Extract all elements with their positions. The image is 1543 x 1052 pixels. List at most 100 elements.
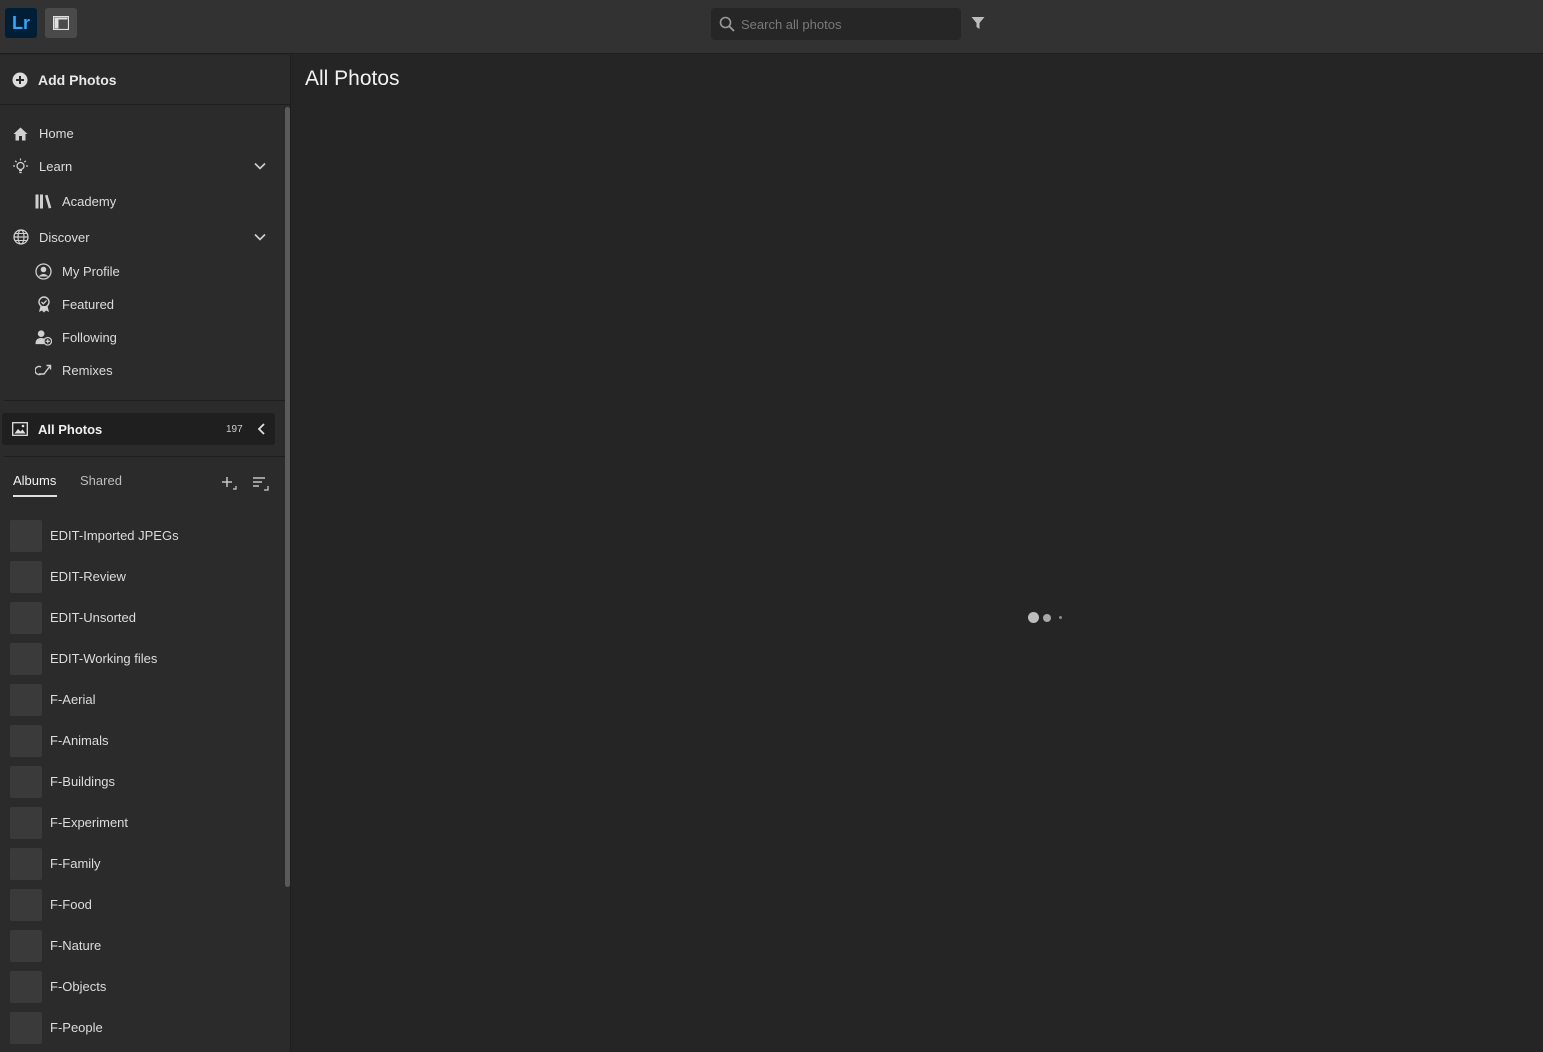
album-item[interactable]: EDIT-Review [0,556,285,597]
album-name: EDIT-Unsorted [50,610,136,625]
sidebar-item-my-profile[interactable]: My Profile [0,255,290,288]
sidebar-item-label: My Profile [62,264,120,279]
album-name: F-Food [50,897,92,912]
filter-icon [971,17,985,29]
album-name: F-Animals [50,733,109,748]
add-circle-icon [12,72,28,87]
album-item[interactable]: F-Food [0,884,285,925]
album-name: EDIT-Working files [50,651,158,666]
sidebar-item-discover[interactable]: Discover [0,219,290,255]
sidebar-item-label: Academy [62,193,117,209]
album-item[interactable]: F-Aerial [0,679,285,720]
remix-icon [35,362,52,379]
loading-dot [1059,616,1062,619]
follow-user-icon [35,329,52,346]
album-thumbnail [10,806,42,839]
album-tabs: Albums Shared [0,465,285,501]
album-thumbnail [10,642,42,675]
sidebar-nav: Home Learn Academy Discover My Profile F… [0,105,290,387]
sidebar: Add Photos Home Learn Academy Discover M… [0,55,291,1052]
add-photos-label: Add Photos [38,71,117,88]
active-tab-indicator [13,495,57,497]
lightbulb-icon [12,158,29,175]
sidebar-divider [4,456,289,457]
sidebar-item-home[interactable]: Home [0,117,290,150]
album-thumbnail [10,765,42,798]
album-thumbnail [10,601,42,634]
album-item[interactable]: F-Objects [0,966,285,1007]
filter-button[interactable] [969,14,987,32]
loading-dot [1043,613,1051,622]
album-thumbnail [10,683,42,716]
album-thumbnail [10,888,42,921]
search-box[interactable] [711,8,961,40]
album-thumbnail [10,847,42,880]
album-name: EDIT-Review [50,569,126,584]
sidebar-item-featured[interactable]: Featured [0,288,290,321]
home-icon [12,125,29,142]
sort-icon[interactable] [252,475,270,493]
chevron-down-icon[interactable] [253,230,267,244]
chevron-down-icon[interactable] [253,159,267,173]
album-thumbnail [10,519,42,552]
tab-albums[interactable]: Albums [13,473,56,488]
main-content: All Photos [292,55,1543,1052]
album-item[interactable]: EDIT-Working files [0,638,285,679]
sidebar-item-label: Following [62,330,117,345]
photo-icon [12,422,28,436]
album-item[interactable]: EDIT-Imported JPEGs [0,515,285,556]
panel-toggle-button[interactable] [45,8,77,38]
sidebar-item-learn[interactable]: Learn [0,150,290,183]
sidebar-item-label: Discover [39,229,90,245]
sidebar-item-label: Remixes [62,363,113,378]
album-name: EDIT-Imported JPEGs [50,528,179,543]
album-name: F-Family [50,856,101,871]
sidebar-divider [4,400,289,401]
album-name: F-People [50,1020,103,1035]
loading-dot [1028,612,1039,623]
album-name: F-Aerial [50,692,96,707]
album-item[interactable]: F-Family [0,843,285,884]
album-thumbnail [10,929,42,962]
sidebar-item-label: Featured [62,297,115,312]
album-thumbnail [10,724,42,757]
album-name: F-Objects [50,979,107,994]
sidebar-scrollbar[interactable] [285,107,290,887]
album-name: F-Nature [50,938,102,953]
album-item[interactable]: F-Nature [0,925,285,966]
album-item[interactable]: F-People [0,1007,285,1048]
album-name: F-Experiment [50,815,129,830]
album-item[interactable]: F-Experiment [0,802,285,843]
sidebar-item-following[interactable]: Following [0,321,290,354]
album-item[interactable]: EDIT-Unsorted [0,597,285,638]
top-bar: Lr [0,0,1543,54]
sidebar-item-remixes[interactable]: Remixes [0,354,290,387]
add-photos-button[interactable]: Add Photos [0,55,290,105]
loading-indicator [1028,612,1066,623]
add-album-icon[interactable] [220,475,238,493]
search-icon [719,16,735,32]
album-name: F-Buildings [50,774,116,789]
photo-count-badge: 197 [226,423,243,435]
library-icon [35,193,52,210]
tab-shared[interactable]: Shared [80,473,122,488]
album-item[interactable]: F-Buildings [0,761,285,802]
sidebar-item-label: Learn [39,159,73,174]
panel-layout-icon [53,16,69,30]
album-item[interactable]: F-Animals [0,720,285,761]
lightroom-logo[interactable]: Lr [5,8,37,38]
album-thumbnail [10,560,42,593]
globe-icon [12,229,29,246]
award-ribbon-icon [35,296,52,313]
page-title: All Photos [305,67,400,90]
all-photos-label: All Photos [38,421,103,437]
sidebar-item-academy[interactable]: Academy [0,183,290,219]
album-list: EDIT-Imported JPEGs EDIT-Review EDIT-Uns… [0,515,285,1048]
profile-icon [35,263,52,280]
album-thumbnail [10,1011,42,1044]
sidebar-item-label: Home [39,126,74,141]
search-input[interactable] [741,16,941,32]
all-photos-item[interactable]: All Photos 197 [2,413,275,445]
album-thumbnail [10,970,42,1003]
chevron-left-icon[interactable] [255,422,269,436]
